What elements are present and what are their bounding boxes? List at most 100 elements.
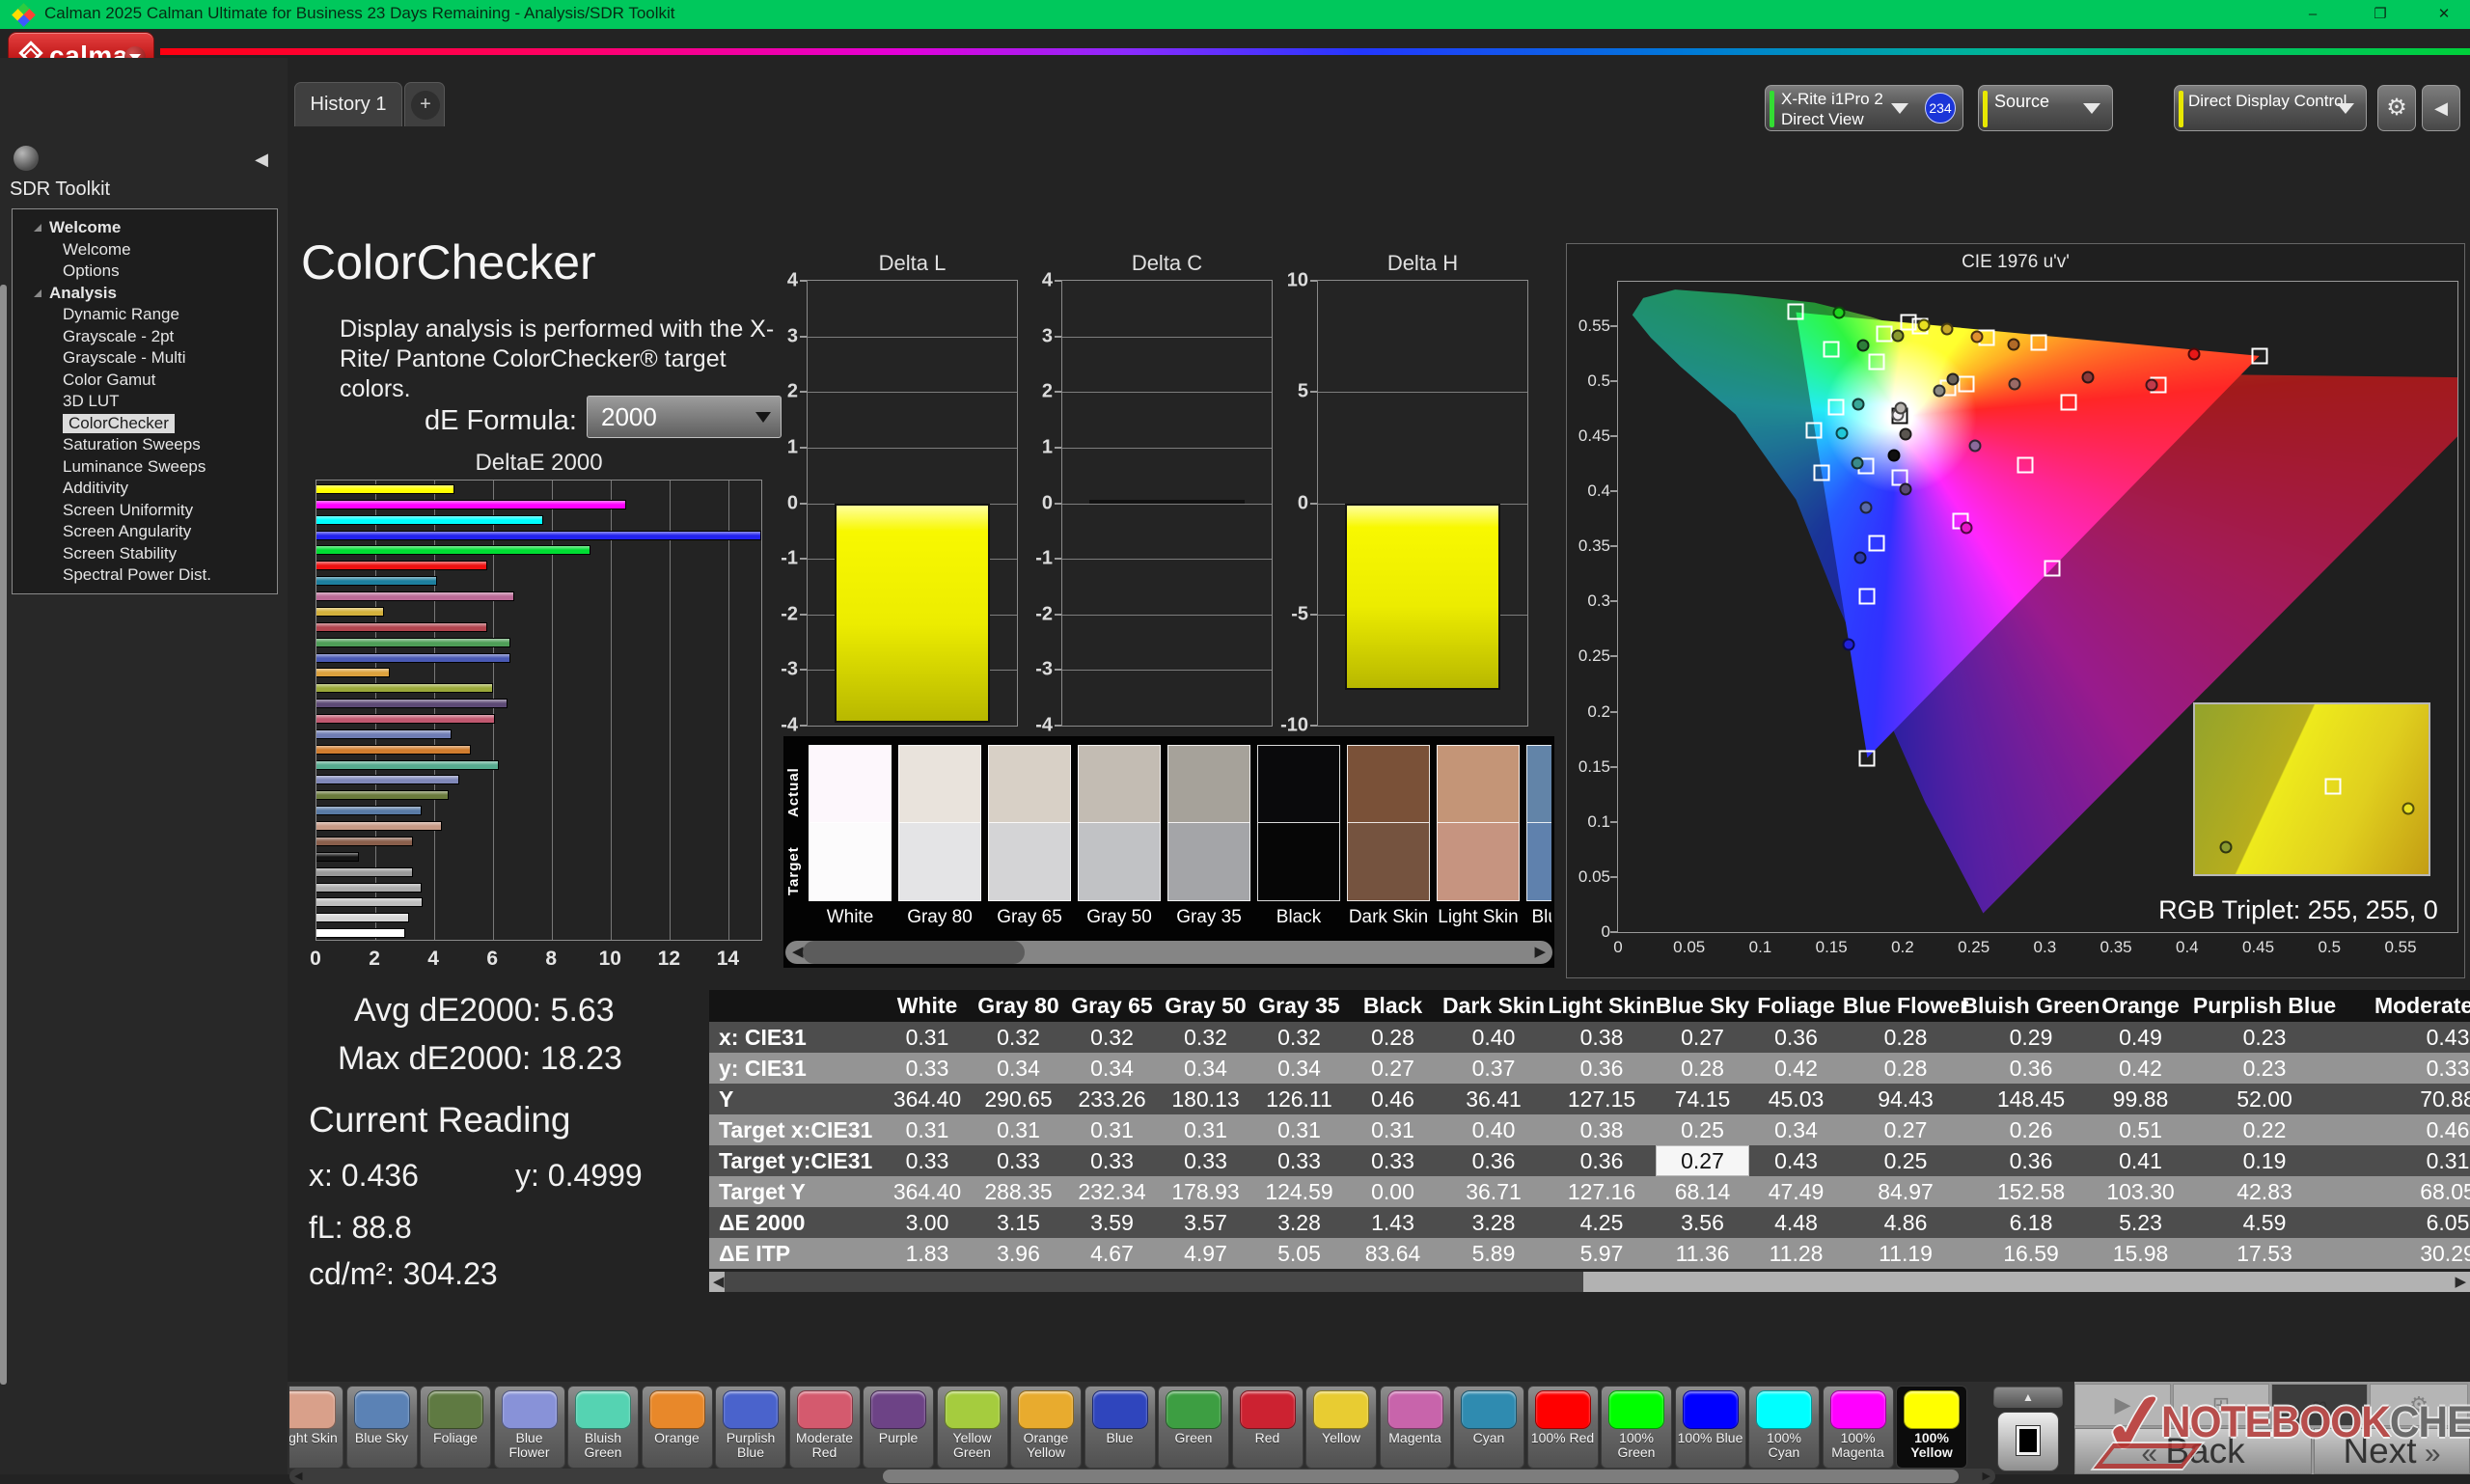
source-dropdown[interactable]: Source: [1978, 85, 2113, 131]
meter-status-accent: [1770, 91, 1774, 127]
media-button[interactable]: ⊞: [2173, 1384, 2269, 1426]
table-cell: 52.00: [2187, 1084, 2342, 1114]
media-button[interactable]: ⚙: [2370, 1384, 2468, 1426]
scroll-left-icon[interactable]: ◀: [713, 1272, 725, 1292]
minimize-icon[interactable]: –: [2291, 0, 2335, 29]
sidebar-item-grayscale-multi[interactable]: Grayscale - Multi: [13, 347, 277, 370]
sidebar-item-dynamic-range[interactable]: Dynamic Range: [13, 304, 277, 326]
tab-add-button[interactable]: +: [404, 82, 445, 126]
scroll-right-icon[interactable]: ▶: [1534, 941, 1546, 964]
table-scroll-thumb[interactable]: [725, 1272, 1583, 1292]
table-cell: 0.33: [972, 1145, 1065, 1176]
scroll-right-icon[interactable]: ▶: [1983, 1469, 1990, 1484]
patch-button-foliage[interactable]: Foliage: [420, 1386, 491, 1469]
strip-swatch-black[interactable]: Black: [1257, 745, 1340, 928]
back-button[interactable]: « Back: [2074, 1428, 2312, 1474]
strip-scrollbar[interactable]: ◀ ▶: [785, 941, 1552, 964]
patch-button-100-green[interactable]: 100% Green: [1601, 1386, 1672, 1469]
sidebar-group-welcome[interactable]: Welcome: [13, 217, 277, 239]
strip-swatch-blue-sky[interactable]: Blue Sky: [1526, 745, 1551, 928]
sidebar-item-spectral-power-dist-[interactable]: Spectral Power Dist.: [13, 564, 277, 587]
patch-scroll-thumb[interactable]: [883, 1470, 1959, 1483]
deltae-bar-gray-35: [316, 867, 413, 877]
table-cell: 233.26: [1065, 1084, 1159, 1114]
expand-up-button[interactable]: ▲: [1993, 1387, 2063, 1408]
scroll-right-icon[interactable]: ▶: [2455, 1272, 2466, 1292]
table-cell: 0.42: [1749, 1053, 1843, 1084]
patch-button-cyan[interactable]: Cyan: [1453, 1386, 1524, 1469]
patch-button-purplish-blue[interactable]: Purplish Blue: [715, 1386, 786, 1469]
close-icon[interactable]: ✕: [2422, 0, 2466, 29]
strip-swatch-gray-80[interactable]: Gray 80: [898, 745, 981, 928]
sidebar-group-analysis[interactable]: Analysis: [13, 283, 277, 305]
patch-button-bluish-green[interactable]: Bluish Green: [567, 1386, 639, 1469]
patch-button-green[interactable]: Green: [1158, 1386, 1229, 1469]
sidebar-item-screen-stability[interactable]: Screen Stability: [13, 543, 277, 565]
sidebar-item-welcome[interactable]: Welcome: [13, 239, 277, 261]
tab-history-1[interactable]: History 1: [294, 82, 402, 126]
patch-button-red[interactable]: Red: [1232, 1386, 1304, 1469]
patch-scrollbar[interactable]: ◀ ▶: [289, 1469, 1995, 1484]
gear-icon[interactable]: ⚙: [2377, 85, 2416, 131]
media-button[interactable]: ∞: [2271, 1384, 2368, 1426]
sidebar-item-additivity[interactable]: Additivity: [13, 478, 277, 500]
sidebar-item-colorchecker[interactable]: ColorChecker: [13, 413, 277, 435]
patch-button-light-skin[interactable]: Light Skin: [289, 1386, 343, 1469]
measured-point: [2188, 348, 2201, 361]
patch-button-blue-flower[interactable]: Blue Flower: [494, 1386, 565, 1469]
meter-badge[interactable]: 234: [1925, 93, 1956, 124]
chevron-down-icon: [2337, 103, 2354, 123]
pattern-window-button[interactable]: [1997, 1412, 2059, 1471]
strip-swatch-white[interactable]: White: [809, 745, 892, 928]
sidebar-item-3d-lut[interactable]: 3D LUT: [13, 391, 277, 413]
scroll-left-icon[interactable]: ◀: [792, 941, 804, 964]
table-cell: 0.33: [883, 1053, 972, 1084]
strip-swatch-light-skin[interactable]: Light Skin: [1437, 745, 1520, 928]
patch-button-moderate-red[interactable]: Moderate Red: [789, 1386, 861, 1469]
strip-swatch-gray-50[interactable]: Gray 50: [1078, 745, 1161, 928]
patch-button-orange-yellow[interactable]: Orange Yellow: [1010, 1386, 1082, 1469]
media-button[interactable]: ▶: [2074, 1384, 2171, 1426]
sidebar-item-saturation-sweeps[interactable]: Saturation Sweeps: [13, 434, 277, 456]
patch-button-purple[interactable]: Purple: [863, 1386, 934, 1469]
de-formula-dropdown[interactable]: 2000: [587, 396, 782, 438]
table-cell: 0.34: [1252, 1053, 1346, 1084]
strip-scroll-thumb[interactable]: [803, 941, 1025, 964]
restore-icon[interactable]: ❐: [2358, 0, 2402, 29]
patch-label: 100% Red: [1528, 1431, 1598, 1445]
patch-button-100-magenta[interactable]: 100% Magenta: [1823, 1386, 1894, 1469]
sidebar-item-screen-uniformity[interactable]: Screen Uniformity: [13, 500, 277, 522]
patch-button-100-blue[interactable]: 100% Blue: [1675, 1386, 1746, 1469]
sidebar-item-options[interactable]: Options: [13, 261, 277, 283]
patch-button-100-cyan[interactable]: 100% Cyan: [1748, 1386, 1820, 1469]
patch-button-blue[interactable]: Blue: [1084, 1386, 1156, 1469]
sidebar-item-grayscale-2pt[interactable]: Grayscale - 2pt: [13, 326, 277, 348]
left-scrollbar[interactable]: [0, 285, 7, 1385]
tick-mark: [800, 725, 807, 727]
patch-button-magenta[interactable]: Magenta: [1380, 1386, 1451, 1469]
patch-button-blue-sky[interactable]: Blue Sky: [346, 1386, 418, 1469]
table-cell: 0.51: [2094, 1114, 2187, 1145]
sidebar-orb-button[interactable]: [14, 146, 39, 171]
nav-cluster: ▶ ⊞ ∞ ⚙ « Back Next »: [2074, 1382, 2470, 1474]
patch-button-100-yellow[interactable]: 100% Yellow: [1896, 1386, 1967, 1469]
table-cell: 3.15: [972, 1207, 1065, 1238]
patch-button-yellow[interactable]: Yellow: [1305, 1386, 1377, 1469]
patch-button-orange[interactable]: Orange: [642, 1386, 713, 1469]
strip-swatch-gray-65[interactable]: Gray 65: [988, 745, 1071, 928]
next-button[interactable]: Next »: [2314, 1428, 2470, 1474]
collapse-panel-icon[interactable]: ◀: [2422, 85, 2460, 131]
patch-button-yellow-green[interactable]: Yellow Green: [937, 1386, 1008, 1469]
deltae-bar-gray-50: [316, 883, 422, 893]
sidebar-collapse-icon[interactable]: ◀: [249, 147, 274, 172]
patch-button-100-red[interactable]: 100% Red: [1527, 1386, 1599, 1469]
sidebar-item-screen-angularity[interactable]: Screen Angularity: [13, 521, 277, 543]
sidebar-item-luminance-sweeps[interactable]: Luminance Sweeps: [13, 456, 277, 479]
scroll-left-icon[interactable]: ◀: [294, 1469, 302, 1484]
display-control-dropdown[interactable]: Direct Display Control: [2174, 85, 2367, 131]
selected-cell[interactable]: 0.27: [1656, 1145, 1749, 1176]
strip-swatch-gray-35[interactable]: Gray 35: [1167, 745, 1250, 928]
sidebar-item-color-gamut[interactable]: Color Gamut: [13, 370, 277, 392]
table-scrollbar[interactable]: ◀ ▶: [709, 1272, 2470, 1292]
strip-swatch-dark-skin[interactable]: Dark Skin: [1347, 745, 1430, 928]
